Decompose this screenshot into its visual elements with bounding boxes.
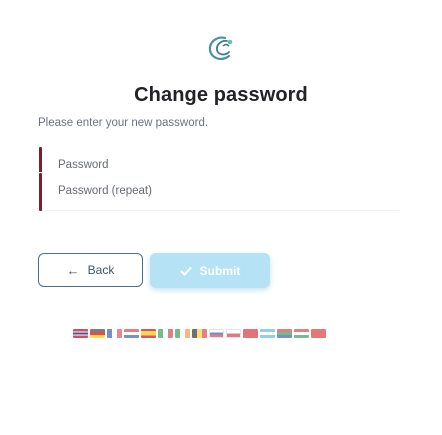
flag-ru-icon[interactable] <box>209 329 224 338</box>
flag-tr-icon[interactable] <box>243 329 258 338</box>
submit-button-label: Submit <box>199 263 241 278</box>
flag-it-icon[interactable] <box>158 329 173 338</box>
leaf-swirl-logo-icon <box>208 36 233 60</box>
page-subtitle: Please enter your new password. <box>38 117 209 129</box>
password-repeat-field <box>38 172 404 211</box>
password-repeat-input[interactable] <box>52 172 404 210</box>
page-title: Change password <box>134 84 308 106</box>
flag-ie-icon[interactable] <box>175 329 190 338</box>
back-button[interactable]: ← Back <box>38 253 143 287</box>
change-password-page: Change password Please enter your new pa… <box>0 0 442 435</box>
flag-gb-icon[interactable] <box>73 329 88 338</box>
language-selector <box>73 329 326 339</box>
arrow-left-icon: ← <box>66 262 80 278</box>
flag-hu-icon[interactable] <box>294 329 309 338</box>
flag-be-icon[interactable] <box>192 329 207 338</box>
flag-pl-icon[interactable] <box>226 329 241 338</box>
flag-es-icon[interactable] <box>141 329 156 338</box>
flag-nl-icon[interactable] <box>124 329 139 338</box>
flag-fr-icon[interactable] <box>107 329 122 338</box>
flag-za-icon[interactable] <box>277 329 292 338</box>
submit-button[interactable]: Submit <box>150 253 270 288</box>
flag-cn-icon[interactable] <box>311 329 326 338</box>
flag-de-icon[interactable] <box>90 329 105 338</box>
back-button-label: Back <box>87 263 115 277</box>
flag-ar-icon[interactable] <box>260 329 275 338</box>
field-accent-bar <box>39 173 42 211</box>
check-icon <box>179 266 192 276</box>
